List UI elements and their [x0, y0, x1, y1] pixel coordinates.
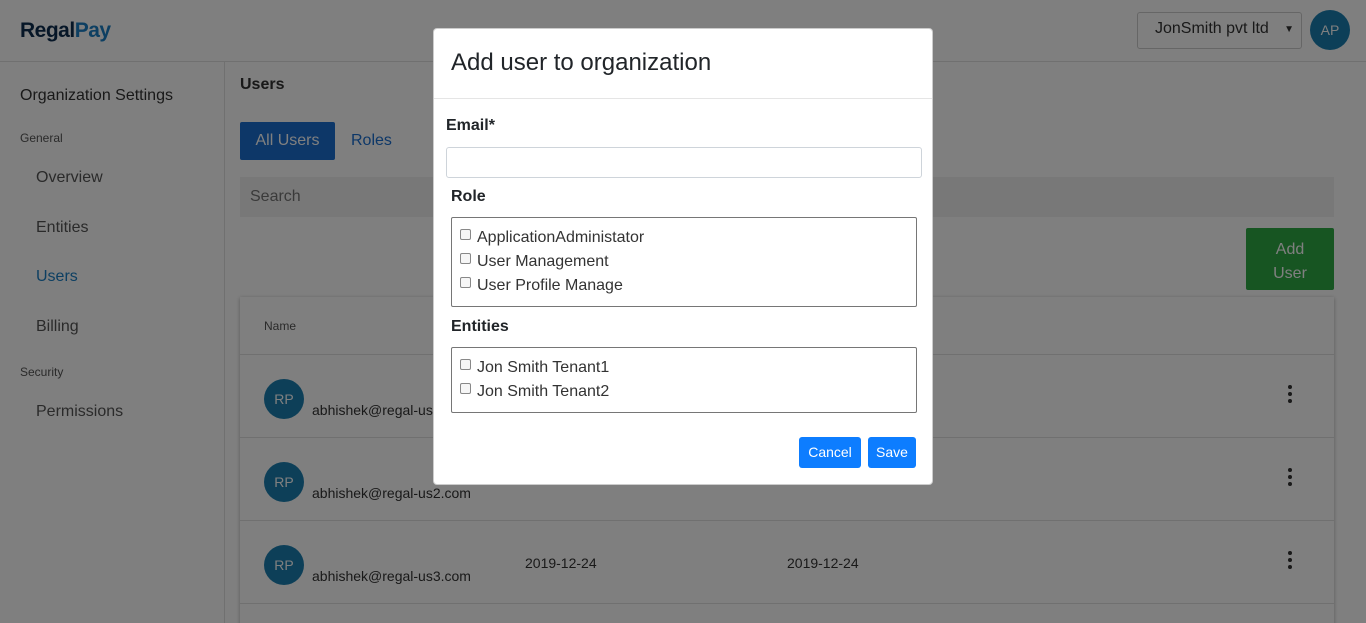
email-field[interactable]	[446, 147, 922, 178]
modal-title: Add user to organization	[451, 49, 712, 76]
entities-list: Jon Smith Tenant1 Jon Smith Tenant2	[451, 347, 917, 413]
role-list: ApplicationAdministator User Management …	[451, 217, 917, 307]
entity-option-label: Jon Smith Tenant1	[477, 359, 610, 376]
entity-option-label: Jon Smith Tenant2	[477, 383, 610, 400]
role-option-label: User Profile Manage	[477, 277, 623, 294]
entities-label: Entities	[451, 318, 509, 335]
email-label: Email*	[446, 117, 495, 134]
checkbox-icon[interactable]	[460, 229, 471, 240]
entity-option[interactable]: Jon Smith Tenant1	[460, 358, 609, 378]
role-option-label: ApplicationAdministator	[477, 229, 645, 246]
role-option[interactable]: ApplicationAdministator	[460, 228, 644, 248]
checkbox-icon[interactable]	[460, 359, 471, 370]
role-option-label: User Management	[477, 253, 609, 270]
modal-header: Add user to organization	[434, 29, 932, 99]
cancel-button[interactable]: Cancel	[799, 437, 861, 468]
role-option[interactable]: User Profile Manage	[460, 276, 623, 296]
checkbox-icon[interactable]	[460, 253, 471, 264]
add-user-modal: Add user to organization Email* Role App…	[433, 28, 933, 485]
entity-option[interactable]: Jon Smith Tenant2	[460, 382, 609, 402]
role-label: Role	[451, 188, 486, 205]
checkbox-icon[interactable]	[460, 277, 471, 288]
role-option[interactable]: User Management	[460, 252, 609, 272]
checkbox-icon[interactable]	[460, 383, 471, 394]
save-button[interactable]: Save	[868, 437, 916, 468]
